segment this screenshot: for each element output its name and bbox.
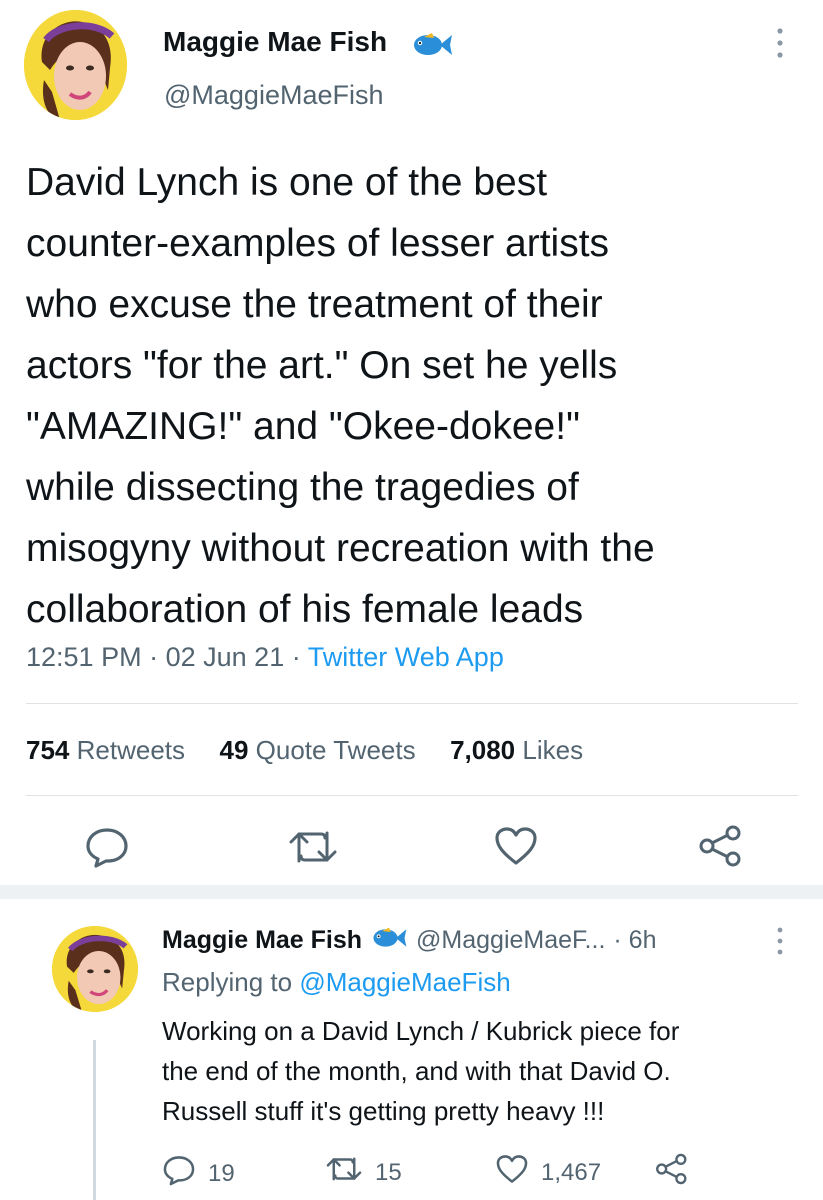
- reply-age[interactable]: · 6h: [613, 926, 656, 955]
- reply-share-button[interactable]: [655, 1152, 689, 1193]
- replying-to-label: Replying to: [162, 967, 293, 997]
- tweet-text-line: who excuse the treatment of their: [26, 283, 603, 326]
- more-vertical-icon[interactable]: [772, 926, 788, 961]
- meta-separator: ·: [149, 642, 159, 672]
- tweet-text-line: "AMAZING!" and "Okee-dokee!": [26, 405, 580, 448]
- quotes-count: 49: [219, 735, 249, 765]
- tweet-text: David Lynch is one of the best counter-e…: [26, 152, 816, 640]
- reply-like-button[interactable]: 1,467: [495, 1154, 601, 1191]
- tweet-separator: [0, 885, 823, 899]
- tweet-time[interactable]: 12:51 PM: [26, 642, 142, 672]
- likes-label: Likes: [522, 735, 584, 765]
- retweets-label: Retweets: [76, 735, 186, 765]
- author-handle[interactable]: @MaggieMaeFish: [164, 80, 384, 111]
- retweet-count: 15: [375, 1158, 402, 1186]
- more-vertical-icon[interactable]: [772, 26, 788, 65]
- divider: [26, 703, 798, 704]
- quotes-stat[interactable]: 49 Quote Tweets: [219, 735, 415, 765]
- reply-text: Working on a David Lynch / Kubrick piece…: [162, 1011, 802, 1131]
- reply-text-line: the end of the month, and with that Davi…: [162, 1056, 671, 1086]
- retweets-stat[interactable]: 754 Retweets: [26, 735, 185, 765]
- tweet-text-line: misogyny without recreation with the: [26, 527, 655, 570]
- tweet-text-line: while dissecting the tragedies of: [26, 466, 579, 509]
- tweet-date[interactable]: 02 Jun 21: [166, 642, 285, 672]
- tweet-text-line: David Lynch is one of the best: [26, 161, 548, 204]
- fish-emoji-icon: [410, 30, 454, 65]
- likes-count: 7,080: [450, 735, 516, 765]
- reply-header: Maggie Mae Fish @MaggieMaeF... · 6h: [162, 925, 656, 956]
- retweet-button[interactable]: [287, 827, 339, 867]
- tweet-text-line: counter-examples of lesser artists: [26, 222, 610, 265]
- reply-author-name[interactable]: Maggie Mae Fish: [162, 926, 362, 955]
- replying-to-handle[interactable]: @MaggieMaeFish: [299, 967, 510, 997]
- tweet-meta: 12:51 PM · 02 Jun 21 · Twitter Web App: [26, 642, 504, 673]
- reply-icon: [162, 1154, 196, 1193]
- like-button[interactable]: [493, 826, 539, 866]
- tweet-text-line: collaboration of his female leads: [26, 588, 584, 631]
- reply-count: 19: [208, 1159, 235, 1187]
- reply-author-handle[interactable]: @MaggieMaeF...: [416, 926, 605, 955]
- reply-icon: [84, 826, 130, 868]
- likes-stat[interactable]: 7,080 Likes: [450, 735, 583, 765]
- reply-text-line: Russell stuff it's getting pretty heavy …: [162, 1096, 605, 1126]
- retweet-icon: [287, 827, 339, 867]
- reply-reply-button[interactable]: 19: [162, 1154, 235, 1193]
- reply-button[interactable]: [84, 826, 130, 868]
- reply-text-line: Working on a David Lynch / Kubrick piece…: [162, 1016, 680, 1046]
- reply-retweet-button[interactable]: 15: [325, 1154, 402, 1191]
- author-avatar[interactable]: [24, 10, 127, 120]
- fish-emoji-icon: [370, 925, 408, 956]
- thread-line: [93, 1040, 96, 1200]
- share-button[interactable]: [698, 824, 744, 868]
- share-icon: [655, 1152, 689, 1193]
- reply-author-avatar[interactable]: [52, 926, 138, 1012]
- tweet-text-line: actors "for the art." On set he yells: [26, 344, 618, 387]
- tweet-stats: 754 Retweets 49 Quote Tweets 7,080 Likes: [26, 735, 583, 766]
- heart-icon: [493, 826, 539, 866]
- retweet-icon: [325, 1154, 363, 1191]
- tweet-source-link[interactable]: Twitter Web App: [308, 642, 504, 672]
- quotes-label: Quote Tweets: [255, 735, 416, 765]
- share-icon: [698, 824, 744, 868]
- author-name[interactable]: Maggie Mae Fish: [163, 26, 387, 58]
- retweets-count: 754: [26, 735, 70, 765]
- like-count: 1,467: [541, 1158, 602, 1186]
- replying-to: Replying to @MaggieMaeFish: [162, 967, 511, 998]
- divider: [26, 795, 798, 796]
- heart-icon: [495, 1154, 529, 1191]
- meta-separator: ·: [291, 642, 301, 672]
